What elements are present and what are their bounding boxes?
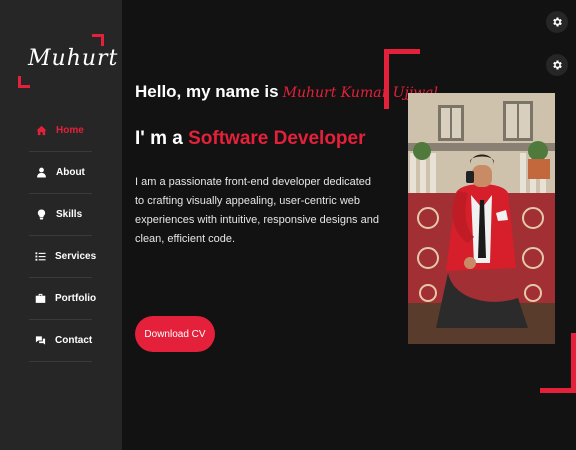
lightbulb-icon — [35, 209, 47, 221]
briefcase-icon — [35, 293, 46, 305]
nav-item-home[interactable]: Home — [29, 110, 92, 152]
nav-item-about[interactable]: About — [29, 152, 92, 194]
profile-photo — [408, 93, 555, 344]
nav-item-portfolio[interactable]: Portfolio — [29, 278, 96, 320]
role-title: Software Developer — [188, 128, 366, 149]
logo-corner-bottom-left — [18, 76, 30, 88]
nav-item-label: About — [56, 167, 85, 178]
list-icon — [35, 251, 46, 263]
gear-icon — [551, 16, 563, 28]
home-icon — [35, 125, 47, 137]
nav-item-label: Home — [56, 125, 84, 136]
nav-item-label: Contact — [55, 335, 93, 346]
gear-icon — [551, 59, 563, 71]
greeting-text: Hello, my name is — [135, 82, 279, 101]
chat-icon — [35, 335, 46, 347]
hero-role: I' m a Software Developer — [135, 128, 366, 150]
logo-corner-top-right — [92, 34, 104, 46]
nav-item-skills[interactable]: Skills — [29, 194, 92, 236]
sidebar: Muhurt Home About Skills Services Portfo… — [0, 0, 122, 450]
nav-item-label: Portfolio — [55, 293, 97, 304]
nav-item-label: Skills — [56, 209, 83, 220]
main-nav: Home About Skills Services Portfolio Con… — [29, 110, 96, 362]
role-prefix: I' m a — [135, 128, 183, 149]
settings-toggle-button[interactable] — [546, 11, 568, 33]
user-icon — [35, 167, 47, 179]
logo[interactable]: Muhurt — [18, 34, 117, 88]
hero-description: I am a passionate front-end developer de… — [135, 176, 379, 245]
download-cv-button[interactable]: Download CV — [135, 316, 215, 352]
nav-item-label: Services — [55, 251, 97, 262]
theme-settings-button[interactable] — [546, 54, 568, 76]
logo-text: Muhurt — [28, 46, 119, 71]
nav-item-services[interactable]: Services — [29, 236, 96, 278]
nav-item-contact[interactable]: Contact — [29, 320, 92, 362]
